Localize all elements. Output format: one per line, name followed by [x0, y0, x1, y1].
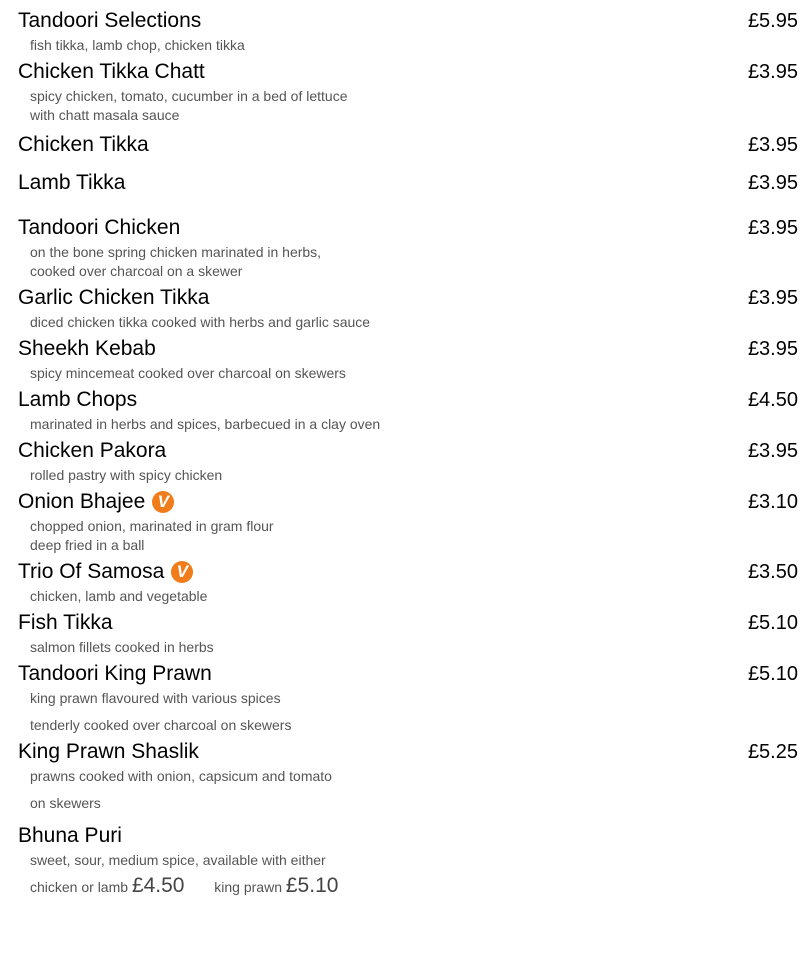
item-price: £5.10	[747, 662, 798, 685]
menu-item-sheekh-kebab: Sheekh Kebab £3.95 spicy mincemeat cooke…	[18, 334, 798, 383]
item-description: spicy chicken, tomato, cucumber in a bed…	[30, 88, 348, 104]
item-description-line2: on skewers	[30, 795, 101, 811]
item-name: Tandoori Chicken	[18, 216, 181, 239]
item-description: fish tikka, lamb chop, chicken tikka	[30, 37, 245, 53]
vegetarian-badge-icon: V	[152, 491, 175, 513]
item-description: marinated in herbs and spices, barbecued…	[30, 416, 381, 432]
menu-item-chicken-tikka: Chicken Tikka £3.95	[18, 127, 798, 163]
menu-item-tandoori-chicken: Tandoori Chicken £3.95 on the bone sprin…	[18, 213, 798, 281]
item-description: on the bone spring chicken marinated in …	[30, 244, 322, 260]
menu-list: Tandoori Selections £5.95 fish tikka, la…	[18, 6, 798, 897]
item-price: £4.50	[747, 388, 798, 411]
option-label-king-prawn: king prawn	[214, 879, 282, 895]
item-price-options: chicken or lamb £4.50 king prawn £5.10	[30, 874, 798, 897]
item-price: £3.10	[747, 490, 798, 513]
item-price: £3.95	[747, 216, 798, 239]
item-name: Lamb Chops	[18, 388, 138, 411]
menu-item-chicken-tikka-chatt: Chicken Tikka Chatt £3.95 spicy chicken,…	[18, 57, 798, 125]
item-description-line2: cooked over charcoal on a skewer	[30, 263, 243, 279]
item-name: Garlic Chicken Tikka	[18, 286, 210, 309]
item-name: Onion Bhajee	[18, 490, 146, 513]
item-name-wrap: Trio Of Samosa V	[18, 560, 194, 584]
menu-item-king-prawn-shaslik: King Prawn Shaslik £5.25 prawns cooked w…	[18, 737, 798, 813]
menu-item-bhuna-puri: Bhuna Puri sweet, sour, medium spice, av…	[18, 821, 798, 897]
item-name: Tandoori King Prawn	[18, 662, 212, 685]
menu-item-fish-tikka: Fish Tikka £5.10 salmon fillets cooked i…	[18, 608, 798, 657]
option-price-chicken-or-lamb: £4.50	[131, 874, 185, 897]
option-price-king-prawn: £5.10	[285, 874, 339, 897]
item-price: £3.95	[747, 439, 798, 462]
item-name: Tandoori Selections	[18, 9, 202, 32]
item-price: £3.95	[747, 337, 798, 360]
item-description: diced chicken tikka cooked with herbs an…	[30, 314, 371, 330]
menu-item-lamb-tikka: Lamb Tikka £3.95	[18, 165, 798, 201]
item-name: Lamb Tikka	[18, 171, 126, 194]
item-description: king prawn flavoured with various spices	[30, 690, 281, 706]
item-price: £3.95	[747, 171, 798, 194]
item-name: Chicken Pakora	[18, 439, 167, 462]
item-name: Chicken Tikka	[18, 133, 149, 156]
menu-item-onion-bhajee: Onion Bhajee V £3.10 chopped onion, mari…	[18, 487, 798, 555]
item-price: £3.95	[747, 286, 798, 309]
item-description: spicy mincemeat cooked over charcoal on …	[30, 365, 346, 381]
item-description-line2: tenderly cooked over charcoal on skewers	[30, 717, 292, 733]
menu-item-tandoori-king-prawn: Tandoori King Prawn £5.10 king prawn fla…	[18, 659, 798, 735]
item-price: £3.95	[747, 133, 798, 156]
item-description: prawns cooked with onion, capsicum and t…	[30, 768, 332, 784]
menu-item-lamb-chops: Lamb Chops £4.50 marinated in herbs and …	[18, 385, 798, 434]
item-price: £5.10	[747, 611, 798, 634]
vegetarian-badge-icon: V	[171, 561, 194, 583]
item-name: Fish Tikka	[18, 611, 113, 634]
option-label-chicken-or-lamb: chicken or lamb	[30, 879, 129, 895]
item-price: £3.50	[747, 560, 798, 583]
item-name: Bhuna Puri	[18, 824, 122, 847]
menu-item-tandoori-selections: Tandoori Selections £5.95 fish tikka, la…	[18, 6, 798, 55]
item-description: sweet, sour, medium spice, available wit…	[30, 852, 326, 868]
item-description-line2: with chatt masala sauce	[30, 107, 180, 123]
item-description: salmon fillets cooked in herbs	[30, 639, 214, 655]
menu-item-trio-of-samosa: Trio Of Samosa V £3.50 chicken, lamb and…	[18, 557, 798, 606]
item-name: Sheekh Kebab	[18, 337, 156, 360]
item-name: Trio Of Samosa	[18, 560, 165, 583]
menu-item-chicken-pakora: Chicken Pakora £3.95 rolled pastry with …	[18, 436, 798, 485]
item-description: rolled pastry with spicy chicken	[30, 467, 223, 483]
item-description: chopped onion, marinated in gram flour	[30, 518, 274, 534]
item-price: £5.25	[747, 740, 798, 763]
item-description-line2: deep fried in a ball	[30, 537, 145, 553]
item-name-wrap: Onion Bhajee V	[18, 490, 175, 514]
menu-item-garlic-chicken-tikka: Garlic Chicken Tikka £3.95 diced chicken…	[18, 283, 798, 332]
item-price: £3.95	[747, 60, 798, 83]
item-name: King Prawn Shaslik	[18, 740, 199, 763]
item-price: £5.95	[747, 9, 798, 32]
item-description: chicken, lamb and vegetable	[30, 588, 208, 604]
item-name: Chicken Tikka Chatt	[18, 60, 205, 83]
